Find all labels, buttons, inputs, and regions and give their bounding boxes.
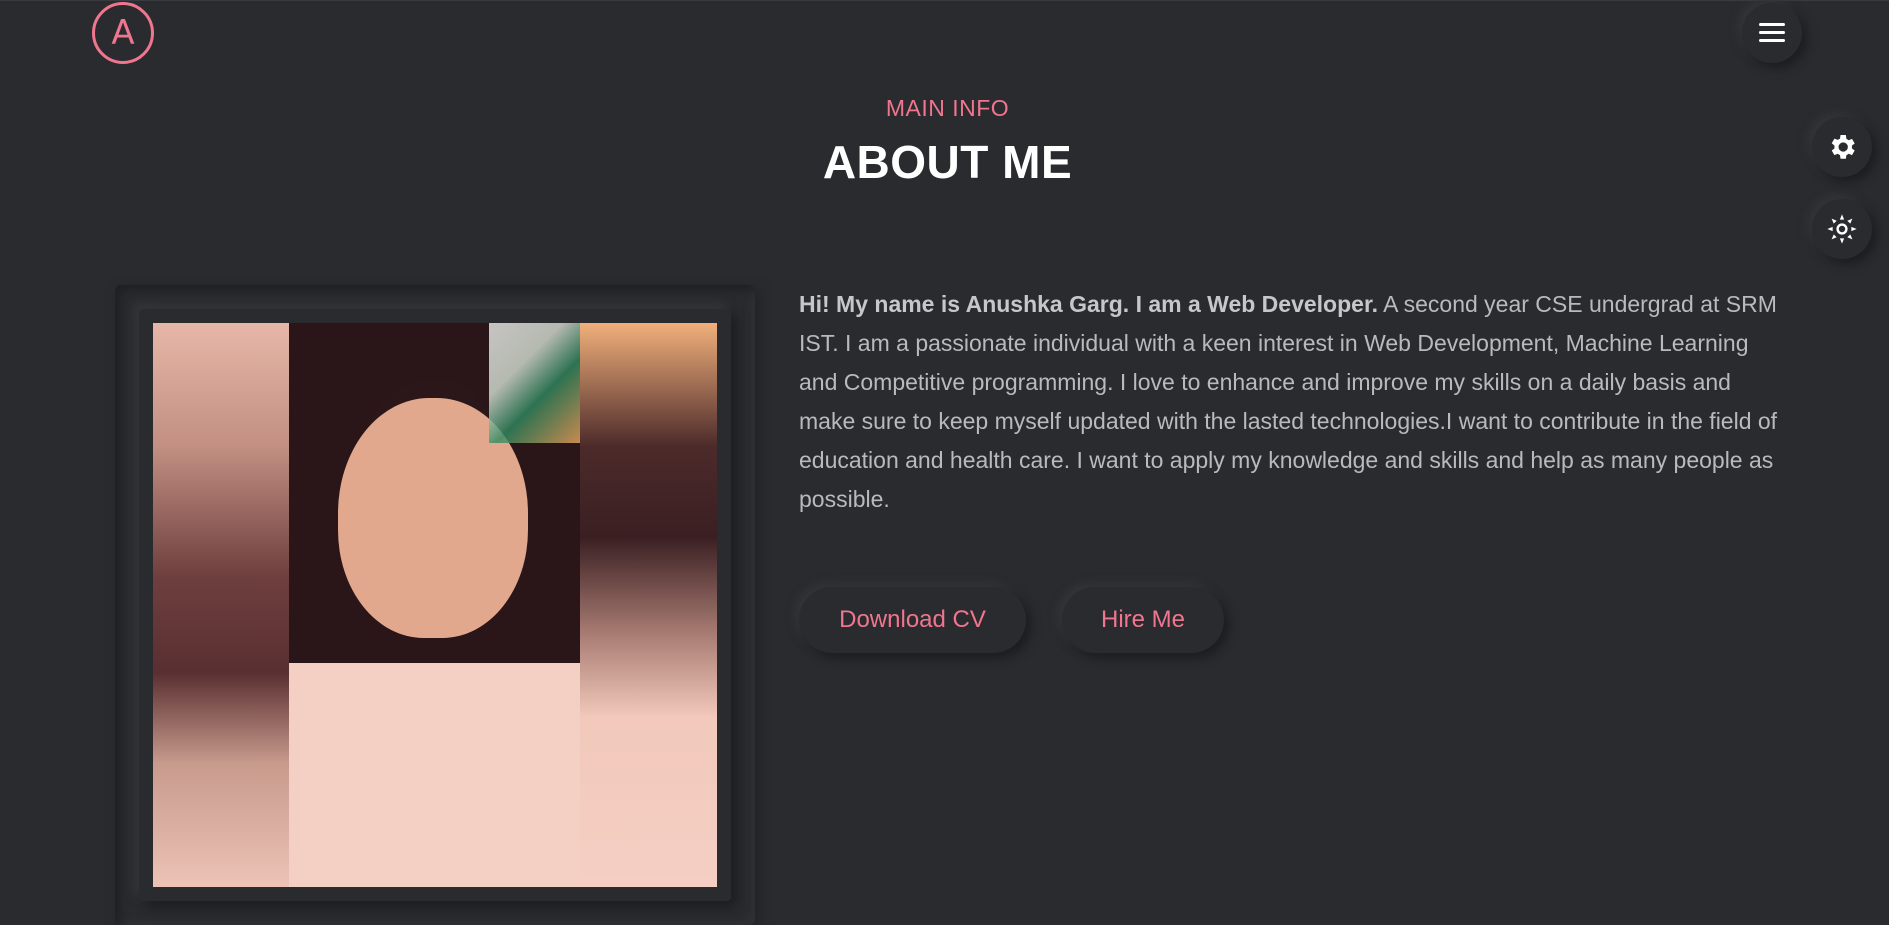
- hire-me-button[interactable]: Hire Me: [1062, 587, 1224, 653]
- top-border: [0, 0, 1889, 1]
- section-subtitle: MAIN INFO: [885, 95, 1010, 121]
- profile-photo: [153, 323, 717, 887]
- menu-button[interactable]: [1742, 3, 1802, 63]
- about-text: Hi! My name is Anushka Garg. I am a Web …: [799, 285, 1789, 519]
- section-title: ABOUT ME: [822, 136, 1073, 188]
- logo-letter: A: [111, 13, 135, 53]
- download-cv-button[interactable]: Download CV: [799, 587, 1026, 653]
- profile-photo-card: [139, 309, 731, 901]
- about-intro-strong: Hi! My name is Anushka Garg. I am a Web …: [799, 291, 1379, 317]
- hamburger-menu-icon: [1759, 23, 1785, 43]
- sun-icon: [1827, 214, 1857, 244]
- profile-photo-frame: [115, 285, 755, 925]
- logo[interactable]: A: [92, 2, 154, 64]
- theme-toggle-button[interactable]: [1812, 199, 1872, 259]
- about-intro-text: A second year CSE undergrad at SRM IST. …: [799, 291, 1778, 512]
